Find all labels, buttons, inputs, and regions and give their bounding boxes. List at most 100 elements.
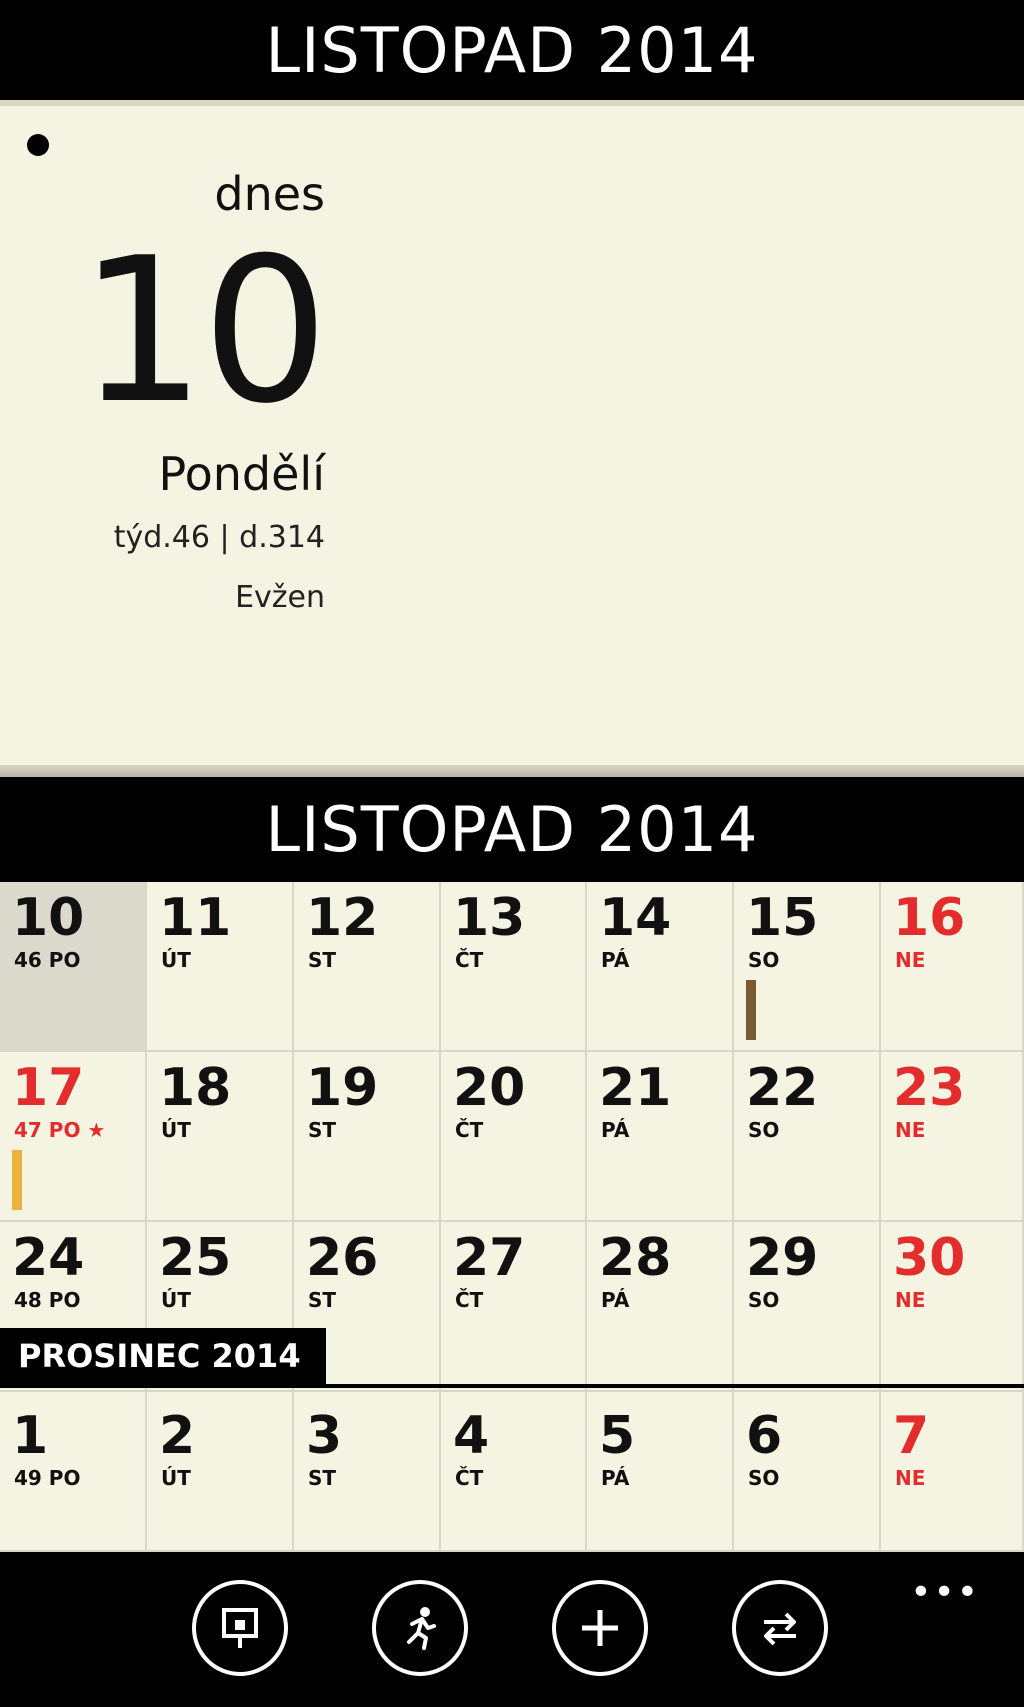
day-label: ČT bbox=[455, 1118, 484, 1142]
day-label: ST bbox=[308, 1118, 337, 1142]
calendar-day-cell[interactable]: 18 ÚT bbox=[147, 1052, 294, 1222]
day-label: 46 PO bbox=[14, 948, 81, 972]
calendar-grid: 10 46 PO 11 ÚT 12 ST 13 ČT 14 PÁ 15 SO 16 NE 17 47 PO ★… bbox=[0, 882, 1024, 1552]
day-number: 25 bbox=[159, 1228, 232, 1288]
day-label: 48 PO bbox=[14, 1288, 81, 1312]
calendar-day-cell[interactable]: 14 PÁ bbox=[587, 882, 734, 1052]
day-label: NE bbox=[895, 1118, 926, 1142]
day-label: 49 PO bbox=[14, 1466, 81, 1490]
today-day-number: 10 bbox=[78, 215, 330, 448]
day-label: PÁ bbox=[601, 948, 630, 972]
day-label: ST bbox=[308, 1466, 337, 1490]
presentation-button[interactable] bbox=[192, 1580, 288, 1676]
activity-button[interactable] bbox=[372, 1580, 468, 1676]
add-event-button[interactable] bbox=[552, 1580, 648, 1676]
running-person-icon bbox=[407, 1607, 436, 1650]
day-label: NE bbox=[895, 1288, 926, 1312]
day-number: 21 bbox=[599, 1058, 672, 1118]
calendar-day-cell[interactable]: 30 NE bbox=[881, 1222, 1024, 1392]
day-number: 11 bbox=[159, 888, 232, 948]
today-summary: dnes 10 Pondělí týd.46 | d.314 Evžen bbox=[60, 166, 330, 618]
day-label: ČT bbox=[455, 948, 484, 972]
month-title: LISTOPAD 2014 bbox=[0, 777, 1024, 882]
calendar-day-cell[interactable]: 19 ST bbox=[294, 1052, 441, 1222]
calendar-day-cell[interactable]: 22 SO bbox=[734, 1052, 881, 1222]
calendar-day-cell[interactable]: 15 SO bbox=[734, 882, 881, 1052]
header-title: LISTOPAD 2014 bbox=[0, 0, 1024, 100]
day-label: ČT bbox=[455, 1466, 484, 1490]
today-day-name: Pondělí bbox=[158, 447, 325, 501]
calendar-day-cell[interactable]: 7 NE bbox=[881, 1392, 1024, 1552]
plus-icon bbox=[582, 1610, 618, 1646]
day-number: 2 bbox=[159, 1406, 196, 1466]
today-panel[interactable]: dnes 10 Pondělí týd.46 | d.314 Evžen bbox=[0, 100, 1024, 772]
event-marker bbox=[746, 980, 756, 1040]
calendar-day-cell[interactable]: 29 SO bbox=[734, 1222, 881, 1392]
calendar-day-cell[interactable]: 21 PÁ bbox=[587, 1052, 734, 1222]
day-label: ČT bbox=[455, 1288, 484, 1312]
calendar-day-cell[interactable]: 11 ÚT bbox=[147, 882, 294, 1052]
day-number: 13 bbox=[453, 888, 526, 948]
day-number: 16 bbox=[893, 888, 966, 948]
day-label: ST bbox=[308, 1288, 337, 1312]
next-month-label: PROSINEC 2014 bbox=[0, 1328, 326, 1384]
calendar-day-cell[interactable]: 13 ČT bbox=[441, 882, 587, 1052]
day-number: 24 bbox=[12, 1228, 85, 1288]
calendar-day-cell[interactable]: 20 ČT bbox=[441, 1052, 587, 1222]
day-number: 27 bbox=[453, 1228, 526, 1288]
day-label: 47 PO ★ bbox=[14, 1118, 106, 1142]
day-label: ST bbox=[308, 948, 337, 972]
more-menu-button[interactable]: ••• bbox=[910, 1572, 980, 1613]
day-number: 4 bbox=[453, 1406, 490, 1466]
day-label: PÁ bbox=[601, 1288, 630, 1312]
today-name-day: Evžen bbox=[235, 580, 325, 615]
day-number: 17 bbox=[12, 1058, 85, 1118]
day-label: PÁ bbox=[601, 1466, 630, 1490]
today-week-info: týd.46 | d.314 bbox=[113, 520, 325, 555]
app-bar: ••• bbox=[0, 1552, 1024, 1707]
day-label: SO bbox=[748, 1466, 780, 1490]
day-label: ÚT bbox=[161, 948, 191, 972]
calendar-day-cell[interactable]: 6 SO bbox=[734, 1392, 881, 1552]
day-number: 10 bbox=[12, 888, 85, 948]
day-number: 6 bbox=[746, 1406, 783, 1466]
calendar-day-cell[interactable]: 17 47 PO ★ bbox=[0, 1052, 147, 1222]
day-label: SO bbox=[748, 1288, 780, 1312]
day-number: 7 bbox=[893, 1406, 930, 1466]
calendar-day-cell[interactable]: 27 ČT bbox=[441, 1222, 587, 1392]
today-label: dnes bbox=[214, 167, 325, 221]
indicator-dot bbox=[27, 134, 49, 156]
day-label: SO bbox=[748, 948, 780, 972]
calendar-day-cell[interactable]: 2 ÚT bbox=[147, 1392, 294, 1552]
calendar-day-cell[interactable]: 28 PÁ bbox=[587, 1222, 734, 1392]
month-separator bbox=[0, 1384, 1024, 1388]
day-label: ÚT bbox=[161, 1118, 191, 1142]
calendar-day-cell[interactable]: 10 46 PO bbox=[0, 882, 147, 1052]
day-label: ÚT bbox=[161, 1466, 191, 1490]
day-label: NE bbox=[895, 948, 926, 972]
day-number: 1 bbox=[12, 1406, 49, 1466]
calendar-day-cell[interactable]: 5 PÁ bbox=[587, 1392, 734, 1552]
day-number: 23 bbox=[893, 1058, 966, 1118]
calendar-day-cell[interactable]: 1 49 PO bbox=[0, 1392, 147, 1552]
day-number: 15 bbox=[746, 888, 819, 948]
day-number: 3 bbox=[306, 1406, 343, 1466]
day-number: 12 bbox=[306, 888, 379, 948]
calendar-day-cell[interactable]: 23 NE bbox=[881, 1052, 1024, 1222]
sync-arrows-icon bbox=[764, 1612, 796, 1646]
day-number: 14 bbox=[599, 888, 672, 948]
calendar-day-cell[interactable]: 12 ST bbox=[294, 882, 441, 1052]
day-number: 26 bbox=[306, 1228, 379, 1288]
event-marker bbox=[12, 1150, 22, 1210]
day-number: 18 bbox=[159, 1058, 232, 1118]
day-label: NE bbox=[895, 1466, 926, 1490]
calendar-day-cell[interactable]: 16 NE bbox=[881, 882, 1024, 1052]
day-label: PÁ bbox=[601, 1118, 630, 1142]
calendar-day-cell[interactable]: 4 ČT bbox=[441, 1392, 587, 1552]
day-number: 5 bbox=[599, 1406, 636, 1466]
day-label: ÚT bbox=[161, 1288, 191, 1312]
day-number: 22 bbox=[746, 1058, 819, 1118]
day-number: 30 bbox=[893, 1228, 966, 1288]
sync-button[interactable] bbox=[732, 1580, 828, 1676]
calendar-day-cell[interactable]: 3 ST bbox=[294, 1392, 441, 1552]
